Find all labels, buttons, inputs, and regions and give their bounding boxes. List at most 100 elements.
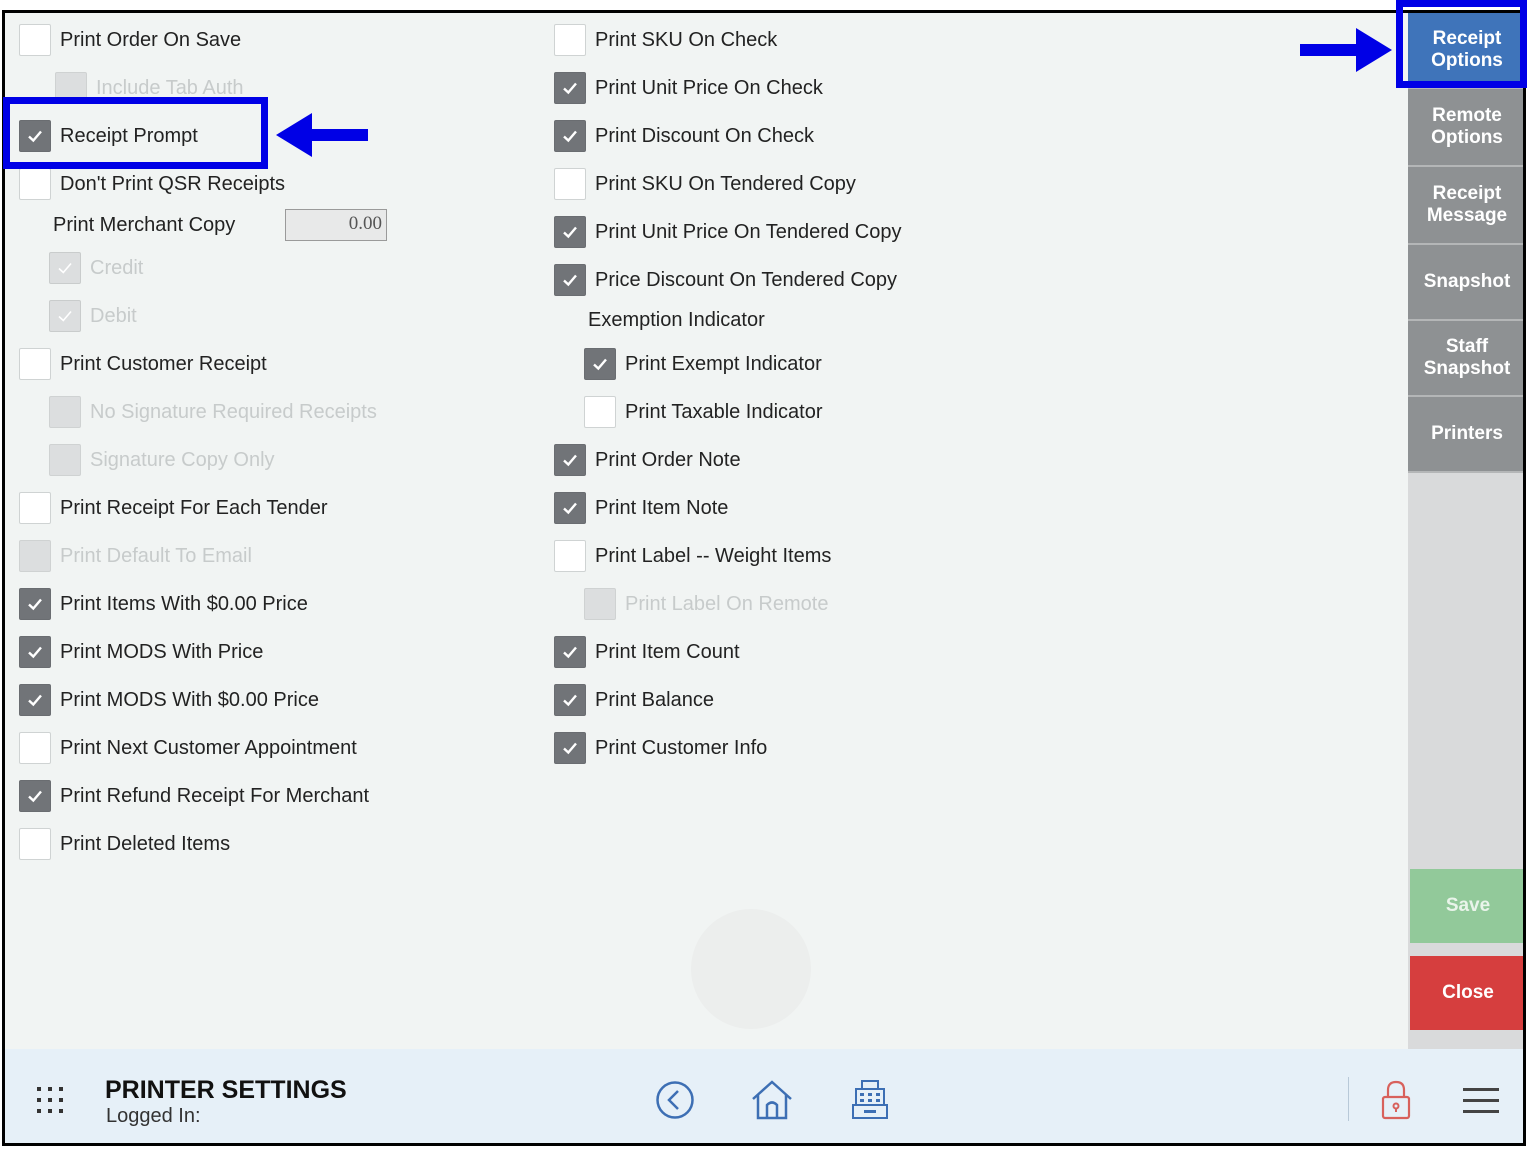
check-icon [563,646,577,659]
row-print-next-appt[interactable]: Print Next Customer Appointment [19,731,357,765]
arrow-left-icon [276,113,368,157]
exempt-indicator-label: Print Exempt Indicator [625,352,822,375]
row-print-items-zero[interactable]: Print Items With $0.00 Price [19,587,308,621]
print-items-zero-label: Print Items With $0.00 Price [60,592,308,615]
print-next-appt-checkbox[interactable] [19,732,51,764]
dont-print-qsr-label: Don't Print QSR Receipts [60,172,286,195]
sku-on-check-label: Print SKU On Check [595,28,778,51]
row-unit-price-tendered[interactable]: Print Unit Price On Tendered Copy [554,215,901,249]
check-icon [563,274,577,287]
tab-receipt-message[interactable]: Receipt Message [1408,167,1523,245]
check-icon [563,82,577,95]
row-print-customer-receipt[interactable]: Print Customer Receipt [19,347,267,381]
print-customer-receipt-label: Print Customer Receipt [60,352,267,375]
row-print-mods-price[interactable]: Print MODS With Price [19,635,263,669]
print-merchant-copy-input[interactable]: 0.00 [285,209,387,241]
unit-price-check-checkbox[interactable] [554,72,586,104]
label-weight-checkbox[interactable] [554,540,586,572]
row-item-note[interactable]: Print Item Note [554,491,728,525]
discount-tendered-checkbox[interactable] [554,264,586,296]
discount-check-checkbox[interactable] [554,120,586,152]
row-item-count[interactable]: Print Item Count [554,635,740,669]
row-no-signature: No Signature Required Receipts [49,395,377,429]
sidebar: Receipt Options Remote Options Receipt Mess… [1408,13,1523,1049]
order-note-checkbox[interactable] [554,444,586,476]
print-receipt-each-tender-checkbox[interactable] [19,492,51,524]
print-customer-receipt-checkbox[interactable] [19,348,51,380]
row-sku-on-check[interactable]: Print SKU On Check [554,23,777,57]
row-customer-info[interactable]: Print Customer Info [554,731,767,765]
back-circle-icon[interactable] [655,1080,695,1120]
print-mods-price-checkbox[interactable] [19,636,51,668]
tab-snapshot[interactable]: Snapshot [1408,245,1523,321]
receipt-options-highlight-box [1396,0,1527,88]
save-button[interactable]: Save [1410,869,1523,943]
row-discount-tendered[interactable]: Price Discount On Tendered Copy [554,263,897,297]
check-icon [58,262,72,274]
row-print-receipt-each-tender[interactable]: Print Receipt For Each Tender [19,491,328,525]
close-button[interactable]: Close [1410,956,1523,1030]
row-sku-tendered[interactable]: Print SKU On Tendered Copy [554,167,856,201]
print-refund-merchant-checkbox[interactable] [19,780,51,812]
hamburger-menu-icon[interactable] [1463,1087,1499,1115]
row-label-weight[interactable]: Print Label -- Weight Items [554,539,831,573]
exemption-indicator-heading: Exemption Indicator [588,309,765,331]
tab-printers[interactable]: Printers [1408,397,1523,473]
check-icon [563,130,577,143]
check-icon [28,694,42,707]
row-taxable-indicator[interactable]: Print Taxable Indicator [584,395,823,429]
row-unit-price-check[interactable]: Print Unit Price On Check [554,71,823,105]
order-note-label: Print Order Note [595,448,741,471]
tab-remote-options[interactable]: Remote Options [1408,89,1523,167]
row-print-deleted-items[interactable]: Print Deleted Items [19,827,230,861]
logged-in-label: Logged In: [106,1105,201,1127]
row-order-note[interactable]: Print Order Note [554,443,741,477]
label-weight-label: Print Label -- Weight Items [595,544,832,567]
debit-checkbox [49,300,81,332]
exempt-indicator-checkbox[interactable] [584,348,616,380]
row-balance[interactable]: Print Balance [554,683,714,717]
taxable-indicator-label: Print Taxable Indicator [625,400,823,423]
check-icon [563,742,577,755]
lock-icon[interactable] [1380,1079,1412,1121]
row-exempt-indicator[interactable]: Print Exempt Indicator [584,347,822,381]
item-count-checkbox[interactable] [554,636,586,668]
print-deleted-items-label: Print Deleted Items [60,832,231,855]
discount-tendered-label: Price Discount On Tendered Copy [595,268,898,291]
sku-tendered-checkbox[interactable] [554,168,586,200]
debit-label: Debit [90,304,137,327]
print-deleted-items-checkbox[interactable] [19,828,51,860]
credit-checkbox [49,252,81,284]
print-mods-zero-checkbox[interactable] [19,684,51,716]
balance-label: Print Balance [595,688,714,711]
taxable-indicator-checkbox[interactable] [584,396,616,428]
customer-info-checkbox[interactable] [554,732,586,764]
print-merchant-copy-label: Print Merchant Copy [53,214,236,236]
dont-print-qsr-checkbox[interactable] [19,168,51,200]
register-icon[interactable] [850,1079,890,1121]
row-label-remote: Print Label On Remote [584,587,828,621]
row-discount-check[interactable]: Print Discount On Check [554,119,814,153]
check-icon [563,502,577,515]
balance-checkbox[interactable] [554,684,586,716]
no-signature-checkbox [49,396,81,428]
row-print-order-on-save[interactable]: Print Order On Save [19,23,241,57]
row-print-refund-merchant[interactable]: Print Refund Receipt For Merchant [19,779,369,813]
sku-on-check-checkbox[interactable] [554,24,586,56]
row-dont-print-qsr[interactable]: Don't Print QSR Receipts [19,167,285,201]
print-items-zero-checkbox[interactable] [19,588,51,620]
check-icon [563,694,577,707]
item-note-checkbox[interactable] [554,492,586,524]
unit-price-tendered-checkbox[interactable] [554,216,586,248]
receipt-prompt-highlight-box [3,97,268,169]
check-icon [28,646,42,659]
row-print-mods-zero[interactable]: Print MODS With $0.00 Price [19,683,319,717]
tab-staff-snapshot[interactable]: Staff Snapshot [1408,321,1523,397]
print-mods-zero-label: Print MODS With $0.00 Price [60,688,319,711]
row-debit: Debit [49,299,137,333]
apps-grid-icon[interactable] [36,1086,64,1114]
loading-ghost-icon [691,909,811,1029]
home-icon[interactable] [750,1079,794,1121]
print-order-on-save-checkbox[interactable] [19,24,51,56]
row-signature-copy-only: Signature Copy Only [49,443,275,477]
